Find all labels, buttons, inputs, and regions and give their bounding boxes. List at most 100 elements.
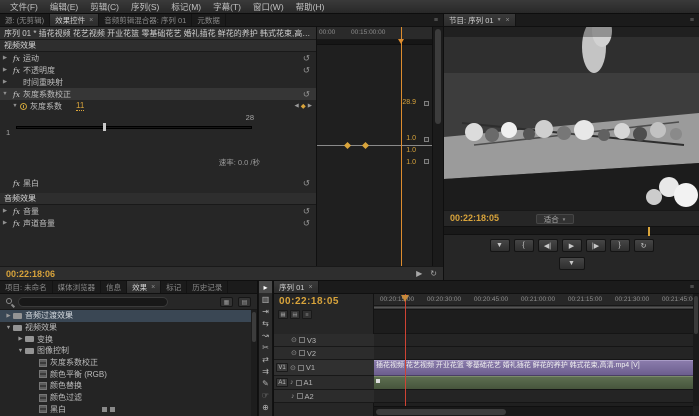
keyframe-box-icon[interactable] [424, 159, 429, 164]
timeline-timecode[interactable]: 00:22:18:05 [279, 296, 339, 307]
track-lock-icon[interactable] [296, 393, 303, 399]
search-input[interactable] [18, 297, 168, 307]
twirl-icon[interactable]: ▶ [0, 55, 10, 61]
menu-clip[interactable]: 剪辑(C) [84, 0, 125, 14]
more-options-button[interactable]: ▼ [558, 256, 585, 270]
dropdown-icon[interactable]: ▼ [497, 17, 502, 23]
effect-controls-timecode[interactable]: 00:22:18:06 [6, 269, 55, 279]
reset-icon[interactable]: ↺ [303, 89, 310, 100]
menu-window[interactable]: 窗口(W) [247, 0, 290, 14]
prev-keyframe-icon[interactable]: ◀ [295, 103, 299, 109]
track-v2[interactable] [374, 347, 693, 360]
track-header-a2[interactable]: ♪ A2 [274, 390, 374, 403]
playhead-head-icon[interactable] [401, 295, 409, 306]
twirl-icon[interactable]: ▶ [0, 220, 10, 226]
reset-icon[interactable]: ↺ [303, 53, 310, 64]
new-custom-bin-icon[interactable]: ▤ [238, 297, 251, 307]
twirl-icon[interactable]: ▶ [0, 79, 10, 85]
effect-row-gamma-correction[interactable]: ▼ fx 灰度系数校正 ↺ [0, 88, 316, 100]
effect-row-channel-volume[interactable]: ▶ fx 声道音量 ↺ [0, 217, 316, 229]
close-icon[interactable]: × [506, 17, 510, 24]
track-v3[interactable] [374, 334, 693, 347]
hand-tool[interactable]: ☞ [259, 389, 272, 401]
tab-program-monitor[interactable]: 节目: 序列 01 ▼ × [444, 14, 516, 26]
panel-menu-icon[interactable]: ≡ [429, 14, 443, 26]
timeline-horizontal-scrollbar[interactable] [374, 406, 693, 416]
panel-menu-icon[interactable]: ≡ [685, 14, 699, 26]
add-keyframe-icon[interactable]: ◆ [301, 102, 306, 110]
reset-icon[interactable]: ↺ [303, 65, 310, 76]
scrollbar-thumb[interactable] [252, 312, 256, 342]
effect-timeline-playhead[interactable] [401, 27, 402, 266]
ripple-edit-tool[interactable]: ⇥ [259, 305, 272, 317]
close-icon[interactable]: × [89, 17, 93, 24]
tree-item-image-control[interactable]: ▼ 图像控制 [0, 345, 251, 357]
effect-timeline-ruler[interactable]: 00:00 00:15:00:00 [317, 27, 432, 40]
param-value[interactable]: 11 [76, 101, 85, 111]
close-icon[interactable]: × [308, 284, 312, 291]
rolling-edit-tool[interactable]: ⇆ [259, 317, 272, 329]
track-lock-icon[interactable] [297, 364, 304, 371]
scrollbar-thumb[interactable] [435, 29, 441, 124]
play-button[interactable]: ▶ [561, 239, 582, 252]
tab-metadata[interactable]: 元数据 [192, 14, 226, 26]
tab-source-monitor[interactable]: 源: (无剪辑) [0, 14, 51, 26]
slip-tool[interactable]: ⇄ [259, 353, 272, 365]
twirl-icon[interactable]: ▶ [0, 67, 10, 73]
tree-item-gamma-correction[interactable]: 灰度系数校正 [0, 357, 251, 369]
scrollbar-thumb[interactable] [376, 409, 506, 415]
effect-row-volume[interactable]: ▶ fx 音量 ↺ [0, 205, 316, 217]
source-patch-a1[interactable]: A1 [276, 378, 288, 387]
gamma-slider-handle[interactable] [103, 123, 106, 131]
step-forward-button[interactable]: |▶ [585, 239, 606, 252]
reset-icon[interactable]: ↺ [303, 206, 310, 217]
loop-button[interactable]: ↻ [633, 239, 654, 252]
program-scrubber[interactable] [444, 226, 699, 236]
tab-sequence-01[interactable]: 序列 01 × [274, 281, 319, 293]
timeline-vertical-scrollbar[interactable] [693, 294, 699, 406]
snap-icon[interactable]: ▦ [278, 310, 288, 319]
twirl-icon[interactable]: ▶ [16, 336, 25, 342]
track-header-v3[interactable]: ⊙ V3 [274, 334, 374, 347]
zoom-level-select[interactable]: 适合 ▼ [536, 214, 574, 224]
speaker-icon[interactable]: ♪ [290, 379, 294, 386]
settings-menu-icon[interactable]: ≡ [302, 310, 312, 319]
tree-item-transform[interactable]: ▶ 变换 [0, 333, 251, 345]
effect-controls-scrollbar[interactable] [432, 27, 443, 266]
keyframe-box-icon[interactable] [424, 101, 429, 106]
track-lock-icon[interactable] [298, 337, 305, 343]
rate-stretch-tool[interactable]: ↝ [259, 329, 272, 341]
effect-row-opacity[interactable]: ▶ fx 不透明度 ↺ [0, 64, 316, 76]
program-timecode[interactable]: 00:22:18:05 [450, 213, 499, 223]
go-to-in-button[interactable]: { [513, 239, 534, 252]
menu-help[interactable]: 帮助(H) [290, 0, 331, 14]
zoom-tool[interactable]: ⊕ [259, 401, 272, 413]
slide-tool[interactable]: ⇉ [259, 365, 272, 377]
effect-timeline-zoombar[interactable] [317, 40, 432, 45]
track-header-v2[interactable]: ⊙ V2 [274, 347, 374, 360]
reset-icon[interactable]: ↺ [303, 178, 310, 189]
tab-audio-mixer[interactable]: 音频剪辑混合器: 序列 01 [99, 14, 193, 26]
next-keyframe-icon[interactable]: ▶ [308, 103, 312, 109]
tab-markers[interactable]: 标记 [161, 281, 188, 293]
source-patch-v1[interactable]: V1 [276, 363, 288, 372]
effect-row-time-remap[interactable]: ▶ 时间重映射 [0, 76, 316, 88]
track-lock-icon[interactable] [298, 350, 305, 356]
tree-item-color-pass[interactable]: 颜色过滤 [0, 392, 251, 404]
menu-title[interactable]: 字幕(T) [207, 0, 247, 14]
menu-marker[interactable]: 标记(M) [165, 0, 207, 14]
track-header-a1[interactable]: A1 ♪ A1 [274, 376, 374, 390]
selection-tool[interactable]: ▸ [259, 281, 272, 293]
effect-row-motion[interactable]: ▶ fx 运动 ↺ [0, 52, 316, 64]
audio-clip[interactable] [374, 376, 699, 390]
twirl-icon[interactable]: ▼ [16, 348, 25, 354]
speaker-icon[interactable]: ♪ [291, 393, 295, 400]
keyframe-box-icon[interactable] [424, 137, 429, 142]
scrollbar-thumb[interactable] [694, 296, 698, 334]
menu-file[interactable]: 文件(F) [4, 0, 44, 14]
track-lock-icon[interactable] [295, 379, 302, 386]
step-back-button[interactable]: ◀| [537, 239, 558, 252]
track-header-v1[interactable]: V1 ⊙ V1 [274, 360, 374, 376]
razor-tool[interactable]: ✂ [259, 341, 272, 353]
video-clip[interactable]: 插花视频 花艺视频 开业花篮 零基础花艺 婚礼插花 鲜花的养护 韩式花束,高清.… [374, 360, 693, 376]
